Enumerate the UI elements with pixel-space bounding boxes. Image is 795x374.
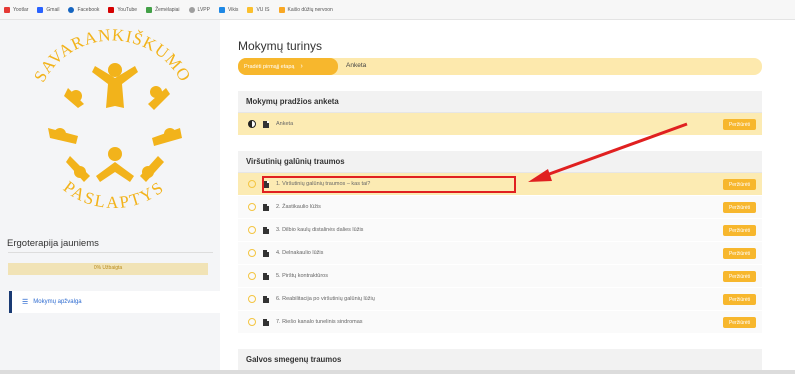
view-button[interactable]: Peržiūrėti	[723, 294, 756, 305]
logo: SAVARANKIŠKUMO PASLAPTYS	[30, 26, 194, 212]
view-button[interactable]: Peržiūrėti	[723, 271, 756, 282]
start-stage-label: Pradėti pirmąjį etapą	[244, 63, 295, 70]
bookmark-maps[interactable]: Žemėlapiai	[146, 6, 180, 13]
bookmark-vu-is[interactable]: VU IS	[247, 6, 270, 13]
sidebar-item-overview[interactable]: ☰ Mokymų apžvalga	[9, 291, 220, 313]
incomplete-circle-icon	[248, 180, 256, 188]
document-icon	[263, 318, 269, 326]
incomplete-circle-icon	[248, 203, 256, 211]
view-button[interactable]: Peržiūrėti	[723, 317, 756, 328]
progress-text: 0% Užbaigta	[93, 265, 123, 271]
list-item[interactable]: 7. Riešo kanalo tunelinis sindromas Perž…	[238, 311, 762, 334]
annotation-highlight-box	[262, 176, 516, 193]
progress-bar: 0% Užbaigta	[8, 263, 208, 275]
sidebar-divider	[8, 252, 213, 253]
section-title: Mokymų pradžios anketa	[238, 91, 762, 113]
document-icon	[263, 295, 269, 303]
incomplete-circle-icon	[248, 249, 256, 257]
bookmark-vikis[interactable]: Vikis	[218, 6, 238, 13]
list-item[interactable]: 4. Delnakaulio lūžis Peržiūrėti	[238, 242, 762, 265]
list-item[interactable]: 3. Dilbio kaulų distalinės dalies lūžis …	[238, 219, 762, 242]
section-title: Viršutinių galūnių traumos	[238, 151, 762, 173]
document-icon	[263, 120, 269, 128]
lvpp-icon	[188, 6, 195, 13]
folder-icon	[278, 6, 285, 13]
incomplete-circle-icon	[248, 295, 256, 303]
document-icon	[263, 272, 269, 280]
list-item[interactable]: 2. Žastikaulio lūžis Peržiūrėti	[238, 196, 762, 219]
course-title: Ergoterapija jauniems	[7, 238, 99, 249]
bookmark-lvpp[interactable]: LVPP	[188, 6, 210, 13]
page-title: Mokymų turinys	[238, 39, 323, 53]
start-stage-button[interactable]: Pradėti pirmąjį etapą ›	[238, 58, 338, 75]
figures-ring-icon	[48, 63, 182, 182]
bookmarks-bar: Yootlar Gmail Facebook YouTube Žemėlapia…	[0, 0, 795, 20]
half-progress-icon	[248, 120, 256, 128]
main-content: Mokymų turinys Pradėti pirmąjį etapą › A…	[220, 20, 795, 374]
svg-text:PASLAPTYS: PASLAPTYS	[60, 177, 168, 212]
document-icon	[263, 203, 269, 211]
document-icon	[263, 226, 269, 234]
logo-text-bottom: PASLAPTYS	[60, 177, 166, 212]
sidebar-item-label: Mokymų apžvalga	[33, 299, 82, 305]
sidebar: SAVARANKIŠKUMO PASLAPTYS Ergoterapija ja…	[0, 20, 220, 374]
youtube-icon	[108, 6, 115, 13]
bookmark-yootlar[interactable]: Yootlar	[4, 6, 28, 13]
bookmark-gmail[interactable]: Gmail	[37, 6, 59, 13]
breadcrumb-current: Anketa	[346, 62, 367, 69]
section-start-survey: Mokymų pradžios anketa Anketa Peržiūrėti	[238, 91, 762, 136]
chevron-right-icon: ›	[300, 63, 303, 70]
list-item[interactable]: 6. Reabilitacija po viršutinių galūnių l…	[238, 288, 762, 311]
gmail-icon	[37, 6, 44, 13]
vu-is-icon	[247, 6, 254, 13]
bookmark-extra[interactable]: Kaišo dūžių nervoon	[278, 6, 333, 13]
incomplete-circle-icon	[248, 272, 256, 280]
yootlar-icon	[4, 6, 10, 13]
maps-icon	[146, 6, 153, 13]
facebook-icon	[68, 6, 75, 13]
bookmark-facebook[interactable]: Facebook	[68, 6, 99, 13]
vikis-icon	[218, 6, 225, 13]
list-item[interactable]: Anketa Peržiūrėti	[238, 113, 762, 136]
bookmark-youtube[interactable]: YouTube	[108, 6, 137, 13]
view-button[interactable]: Peržiūrėti	[723, 179, 756, 190]
list-item[interactable]: 5. Pirštų kontraktūros Peržiūrėti	[238, 265, 762, 288]
incomplete-circle-icon	[248, 226, 256, 234]
bottom-scrollbar[interactable]	[0, 370, 795, 374]
document-icon	[263, 249, 269, 257]
incomplete-circle-icon	[248, 318, 256, 326]
view-button[interactable]: Peržiūrėti	[723, 202, 756, 213]
section-title: Galvos smegenų traumos	[238, 349, 762, 371]
view-button[interactable]: Peržiūrėti	[723, 119, 756, 130]
view-button[interactable]: Peržiūrėti	[723, 225, 756, 236]
view-button[interactable]: Peržiūrėti	[723, 248, 756, 259]
breadcrumb: Pradėti pirmąjį etapą › Anketa	[238, 58, 762, 75]
list-icon: ☰	[22, 299, 29, 306]
